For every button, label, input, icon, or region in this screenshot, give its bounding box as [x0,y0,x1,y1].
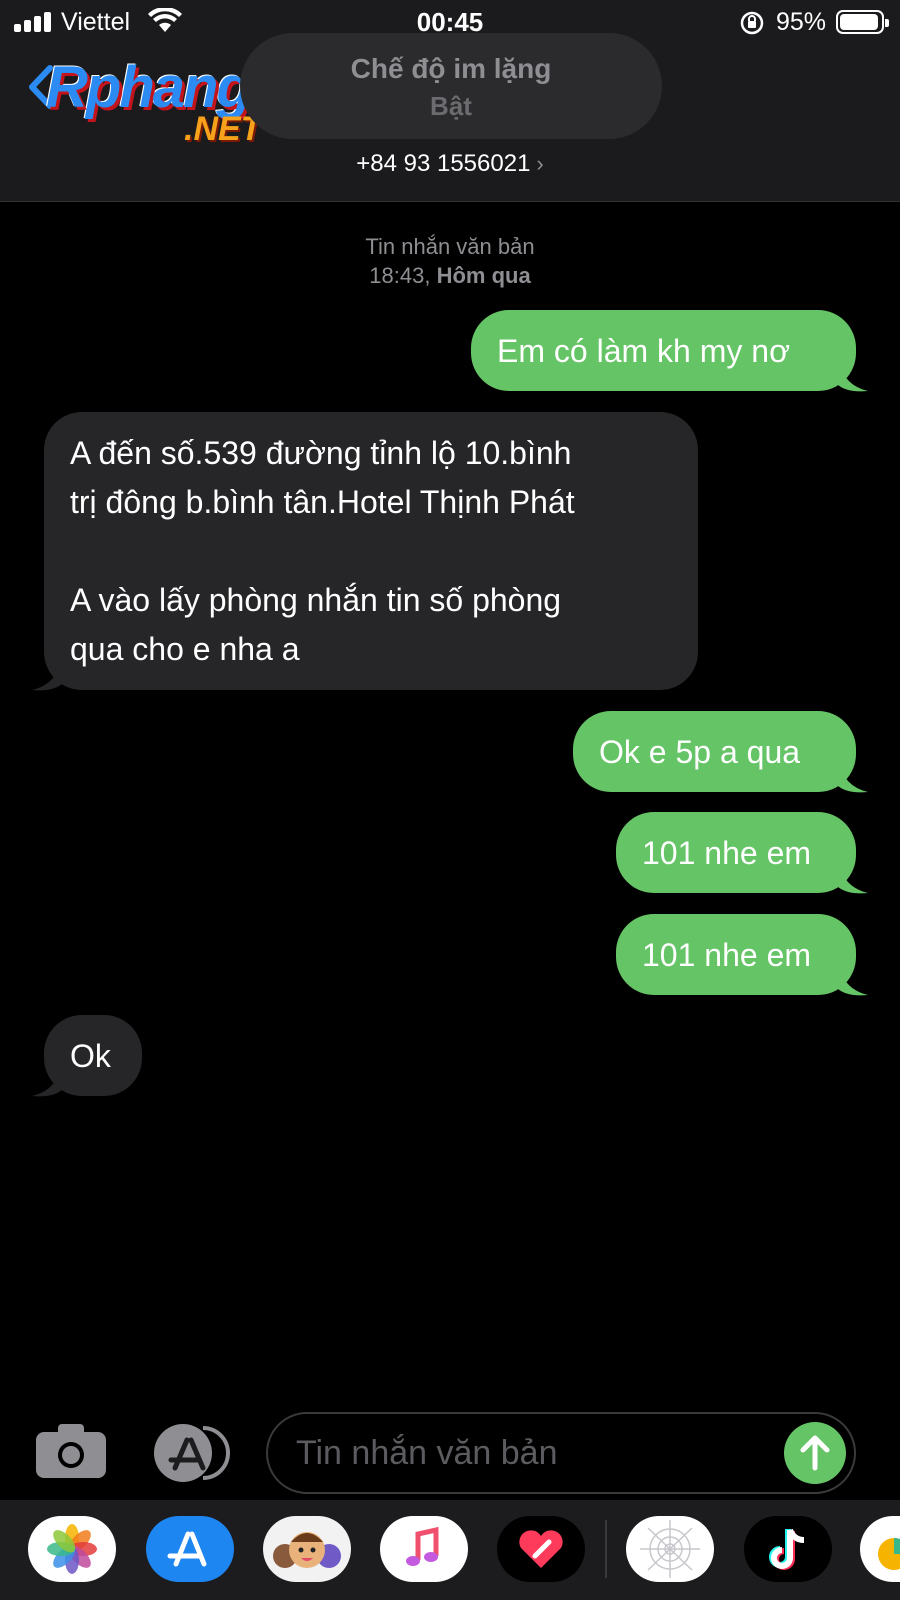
message-line: A đến số.539 đường tỉnh lộ 10.bình [70,435,572,471]
music-icon[interactable] [380,1516,468,1582]
partial-app-icon[interactable] [860,1516,900,1582]
silent-mode-banner: Chế độ im lặng Bật [240,33,662,139]
message-bubble-sent[interactable]: Ok e 5p a qua [573,711,856,792]
message-line: trị đông b.bình tân.Hotel Thịnh Phát [70,484,575,520]
contact-details-button[interactable]: +84 93 1556021 › [0,150,900,178]
message-line [70,527,672,576]
battery-percentage: 95% [776,8,827,36]
digital-touch-icon[interactable] [497,1516,585,1582]
message-line: A vào lấy phòng nhắn tin số phòng [70,582,562,618]
arrow-up-icon [800,1435,830,1471]
bubble-tail [838,357,868,392]
bubble-tail [838,859,868,894]
message-line: qua cho e nha a [70,631,300,667]
game-app-icon[interactable] [626,1516,714,1582]
bubble-tail [32,1062,62,1097]
message-text: Em có làm kh my nơ [497,333,791,369]
tiktok-icon[interactable] [744,1516,832,1582]
camera-icon[interactable] [36,1424,106,1478]
imessage-app-drawer [0,1500,900,1600]
timestamp-day: Hôm qua [436,263,531,288]
message-bubble-received[interactable]: A đến số.539 đường tỉnh lộ 10.bình trị đ… [44,412,698,690]
message-bubble-sent[interactable]: Em có làm kh my nơ [471,310,856,391]
bubble-tail [838,758,868,793]
message-text: Ok e 5p a qua [599,734,801,770]
message-type-label: Tin nhắn văn bản [365,234,535,259]
header-divider [0,201,900,202]
drawer-separator [605,1520,607,1578]
message-text: Ok [70,1038,111,1074]
chevron-right-icon: › [536,151,544,176]
message-text: 101 nhe em [642,835,812,871]
timestamp-time: 18:43, [369,263,431,288]
message-bubble-sent[interactable]: 101 nhe em [616,812,856,893]
photos-icon[interactable] [28,1516,116,1582]
orientation-lock-icon [740,11,764,35]
app-store-icon[interactable] [146,1516,234,1582]
message-input-placeholder: Tin nhắn văn bản [296,1434,558,1472]
bubble-tail [838,961,868,996]
send-button[interactable] [784,1422,846,1484]
memoji-icon[interactable] [263,1516,351,1582]
message-text: 101 nhe em [642,937,812,973]
battery-icon [836,10,889,34]
silent-mode-title: Chế độ im lặng [350,53,552,84]
thread-timestamp: Tin nhắn văn bản 18:43, Hôm qua [0,232,900,290]
bubble-tail [32,656,62,691]
contact-number: +84 93 1556021 [356,150,531,177]
silent-mode-state: Bật [430,91,472,121]
app-store-button-icon[interactable] [151,1424,231,1482]
message-bubble-sent[interactable]: 101 nhe em [616,914,856,995]
message-input[interactable]: Tin nhắn văn bản [266,1412,856,1494]
